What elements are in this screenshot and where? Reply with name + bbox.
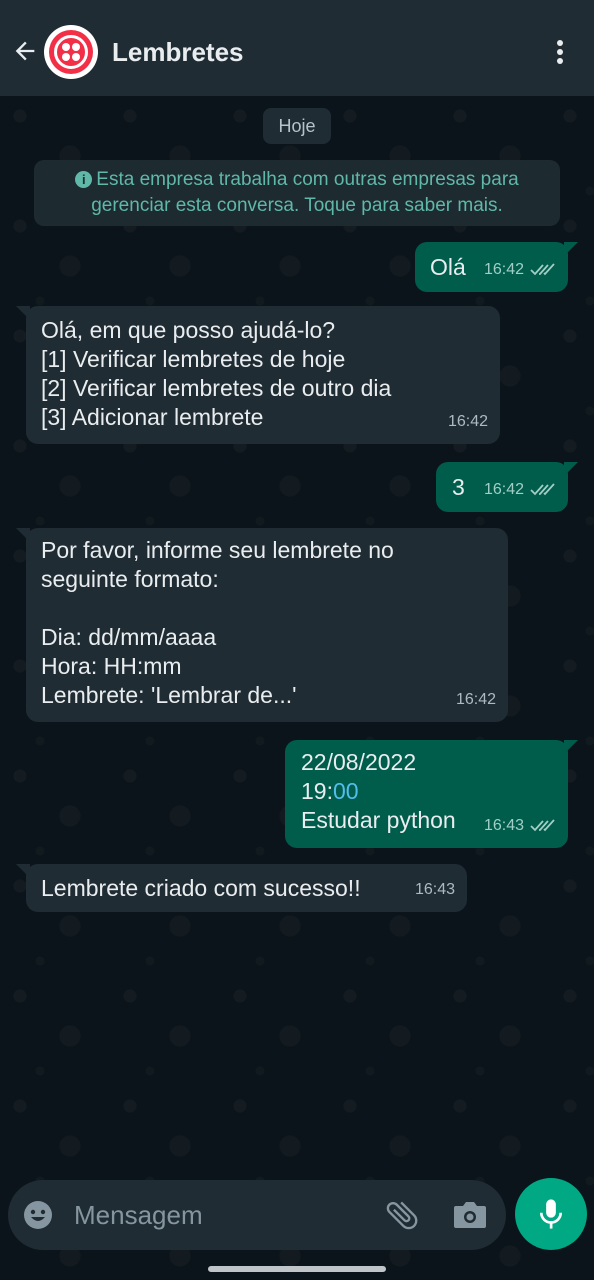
- message-outgoing[interactable]: Olá 16:42: [415, 242, 578, 292]
- message-composer[interactable]: Mensagem: [8, 1180, 506, 1250]
- chat-header: Lembretes: [0, 0, 594, 96]
- message-text: Lembrete criado com sucesso!!: [41, 875, 361, 901]
- message-time: 16:42: [483, 261, 524, 278]
- message-text: 3: [452, 474, 465, 500]
- message-line-date: 22/08/2022: [301, 749, 417, 775]
- message-time: 16:43: [483, 817, 524, 834]
- business-notice[interactable]: i Esta empresa trabalha com outras empres…: [34, 160, 560, 226]
- attach-button[interactable]: [383, 1196, 421, 1234]
- message-text: Olá, em que posso ajudá-lo? [1] Verifica…: [41, 317, 392, 430]
- message-incoming[interactable]: Olá, em que posso ajudá-lo? [1] Verifica…: [16, 306, 500, 444]
- message-outgoing[interactable]: 22/08/2022 19:00 Estudar python 16:43: [285, 740, 578, 848]
- message-time: 16:42: [447, 413, 488, 430]
- emoji-button[interactable]: [22, 1199, 54, 1231]
- microphone-icon: [539, 1199, 563, 1229]
- read-receipt-icon: [530, 818, 556, 834]
- message-line-time: 19:00: [301, 777, 456, 806]
- emoji-icon: [24, 1201, 52, 1229]
- message-incoming[interactable]: Lembrete criado com sucesso!! 16:43: [16, 864, 467, 912]
- message-time-minutes-link[interactable]: 00: [333, 778, 359, 804]
- date-separator: Hoje: [263, 108, 331, 144]
- notice-text: Esta empresa trabalha com outras empresa…: [91, 169, 519, 216]
- camera-button[interactable]: [452, 1198, 488, 1232]
- system-home-indicator[interactable]: [208, 1266, 386, 1272]
- message-line-reminder: Estudar python: [301, 807, 456, 833]
- message-input[interactable]: Mensagem: [74, 1200, 203, 1231]
- chat-title[interactable]: Lembretes: [112, 37, 244, 68]
- message-time-hour: 19:: [301, 778, 333, 804]
- paperclip-icon: [386, 1201, 418, 1230]
- camera-icon: [454, 1202, 486, 1228]
- more-vertical-icon-dot: [557, 49, 563, 55]
- avatar[interactable]: [44, 25, 98, 79]
- read-receipt-icon: [530, 482, 556, 498]
- brand-logo-icon: [49, 30, 93, 74]
- back-button[interactable]: [10, 36, 40, 66]
- message-incoming[interactable]: Por favor, informe seu lembrete no segui…: [16, 528, 508, 722]
- info-icon: i: [75, 171, 93, 188]
- message-outgoing[interactable]: 3 16:42: [436, 462, 578, 512]
- voice-message-button[interactable]: [515, 1178, 587, 1250]
- more-options-button[interactable]: [546, 36, 574, 68]
- message-text: Olá: [430, 254, 466, 280]
- message-text: Por favor, informe seu lembrete no segui…: [41, 537, 394, 708]
- message-time: 16:43: [414, 881, 455, 898]
- message-time: 16:42: [483, 481, 524, 498]
- more-vertical-icon: [557, 40, 563, 46]
- message-time: 16:42: [455, 691, 496, 708]
- more-vertical-icon-dot: [557, 58, 563, 64]
- arrow-left-icon: [15, 41, 35, 61]
- read-receipt-icon: [530, 262, 556, 278]
